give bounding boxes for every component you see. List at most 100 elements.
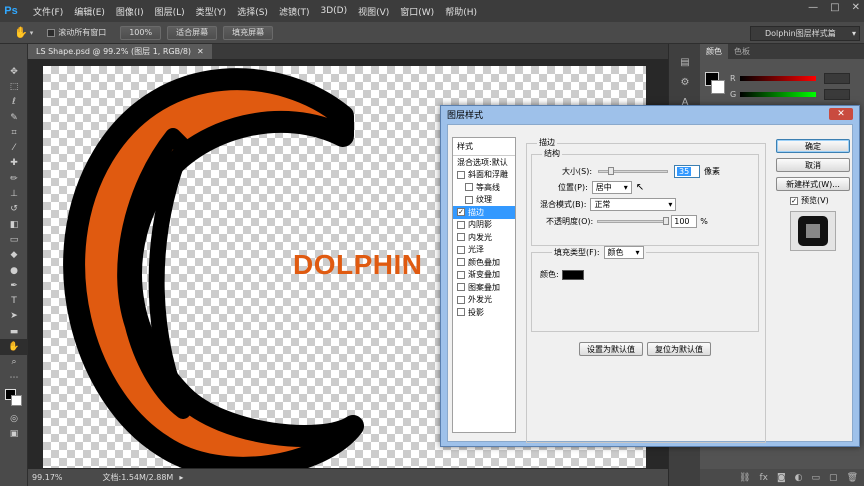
navigator-panel-icon[interactable]: ⚙ — [669, 72, 701, 92]
style-checkbox[interactable]: ✓ — [457, 208, 465, 217]
dialog-close-button[interactable]: ✕ — [829, 108, 853, 120]
style-checkbox[interactable] — [457, 220, 465, 229]
fx-icon[interactable]: fx — [759, 473, 768, 483]
menu-help[interactable]: 帮助(H) — [445, 5, 477, 18]
red-track[interactable] — [740, 75, 816, 81]
menu-file[interactable]: 文件(F) — [33, 5, 63, 18]
style-checkbox[interactable] — [457, 295, 465, 304]
hand-tool-icon[interactable]: ✋ — [0, 339, 28, 355]
red-value[interactable] — [824, 72, 850, 84]
size-slider[interactable] — [598, 167, 669, 175]
ok-button[interactable]: 确定 — [776, 139, 850, 153]
cancel-button[interactable]: 取消 — [776, 158, 850, 172]
pen-tool-icon[interactable]: ✒ — [0, 278, 28, 293]
type-tool-icon[interactable]: T — [0, 293, 28, 308]
style-checkbox[interactable] — [457, 170, 465, 179]
reset-default-button[interactable]: 复位为默认值 — [647, 342, 711, 356]
style-item[interactable]: 渐变叠加 — [453, 269, 515, 282]
path-select-tool-icon[interactable]: ➤ — [0, 309, 28, 324]
style-item[interactable]: ✓ 描边 — [453, 206, 515, 219]
zoom-tool-icon[interactable]: ⌕ — [0, 355, 28, 370]
adjustment-icon[interactable]: ◐ — [795, 473, 803, 483]
preview-checkbox[interactable]: ✓ — [790, 196, 798, 205]
style-item[interactable]: 纹理 — [453, 194, 515, 207]
size-input[interactable]: 35 — [674, 165, 701, 178]
trash-icon[interactable]: 🗑 — [847, 473, 858, 483]
new-layer-icon[interactable]: ▢ — [829, 473, 838, 483]
maximize-icon[interactable]: □ — [830, 2, 839, 13]
history-panel-icon[interactable]: ▤ — [669, 52, 701, 72]
style-item[interactable]: 颜色叠加 — [453, 256, 515, 269]
healing-tool-icon[interactable]: ✚ — [0, 156, 28, 171]
red-slider[interactable]: R — [730, 72, 855, 84]
menu-view[interactable]: 视图(V) — [358, 5, 389, 18]
menu-select[interactable]: 选择(S) — [237, 5, 268, 18]
style-item[interactable]: 外发光 — [453, 294, 515, 307]
close-icon[interactable]: ✕ — [852, 2, 860, 13]
style-checkbox[interactable] — [465, 195, 473, 204]
styles-header[interactable]: 样式 — [453, 138, 515, 156]
eyedropper-tool-icon[interactable]: ⁄ — [0, 140, 28, 155]
blend-options-item[interactable]: 混合选项:默认 — [453, 156, 515, 169]
fill-screen-button[interactable]: 填充屏幕 — [223, 25, 274, 40]
menu-layer[interactable]: 图层(L) — [155, 5, 185, 18]
opacity-slider-thumb[interactable] — [663, 217, 670, 225]
close-tab-icon[interactable]: ✕ — [197, 47, 204, 56]
set-default-button[interactable]: 设置为默认值 — [579, 342, 643, 356]
style-checkbox[interactable] — [457, 308, 465, 317]
menu-filter[interactable]: 滤镜(T) — [279, 5, 310, 18]
screen-mode-icon[interactable]: ▣ — [0, 427, 28, 442]
history-brush-tool-icon[interactable]: ↺ — [0, 202, 28, 217]
background-swatch[interactable] — [711, 80, 725, 94]
crop-tool-icon[interactable]: ⌗ — [0, 125, 28, 140]
style-item[interactable]: 斜面和浮雕 — [453, 169, 515, 182]
scroll-all-windows-checkbox[interactable]: 滚动所有窗口 — [47, 27, 106, 38]
brush-tool-icon[interactable]: ✏ — [0, 171, 28, 186]
eraser-tool-icon[interactable]: ◧ — [0, 217, 28, 232]
green-value[interactable] — [824, 88, 850, 100]
green-slider[interactable]: G — [730, 88, 855, 100]
stroke-color-swatch[interactable] — [561, 269, 584, 280]
menu-type[interactable]: 类型(Y) — [196, 5, 227, 18]
hand-tool-icon[interactable]: ✋ — [14, 26, 28, 39]
style-checkbox[interactable] — [457, 283, 465, 292]
gradient-tool-icon[interactable]: ▭ — [0, 232, 28, 247]
style-checkbox[interactable] — [457, 233, 465, 242]
link-icon[interactable]: ⛓ — [739, 473, 750, 483]
opacity-slider[interactable] — [597, 217, 670, 225]
zoom-level[interactable]: 99.17% — [32, 473, 63, 482]
menu-image[interactable]: 图像(I) — [116, 5, 144, 18]
style-item[interactable]: 投影 — [453, 306, 515, 319]
position-select[interactable]: 居中 ▾ — [591, 181, 632, 194]
opacity-input[interactable]: 100 — [671, 215, 698, 228]
move-tool-icon[interactable]: ✥ — [0, 64, 28, 79]
dodge-tool-icon[interactable]: ● — [0, 263, 28, 278]
minimize-icon[interactable]: — — [808, 2, 818, 13]
fill-type-select[interactable]: 颜色 ▾ — [603, 246, 644, 259]
style-checkbox[interactable] — [457, 258, 465, 267]
style-item[interactable]: 光泽 — [453, 244, 515, 257]
document-tab[interactable]: LS Shape.psd @ 99.2% (图层 1, RGB/8) ✕ — [28, 44, 212, 59]
size-slider-thumb[interactable] — [608, 167, 615, 175]
new-style-button[interactable]: 新建样式(W)... — [776, 177, 850, 191]
background-color-swatch[interactable] — [11, 395, 22, 407]
tab-swatches[interactable]: 色板 — [728, 44, 756, 59]
style-item[interactable]: 等高线 — [453, 181, 515, 194]
workspace-select[interactable]: Dolphin图层样式篇 ▾ — [750, 26, 860, 41]
quick-mask-icon[interactable]: ◎ — [0, 411, 28, 426]
mask-icon[interactable]: ◙ — [777, 473, 786, 483]
green-track[interactable] — [740, 91, 816, 97]
style-checkbox[interactable] — [457, 270, 465, 279]
fit-screen-button[interactable]: 适合屏幕 — [167, 25, 218, 40]
menu-3d[interactable]: 3D(D) — [320, 6, 347, 16]
zoom-100-button[interactable]: 100% — [120, 25, 162, 40]
menu-edit[interactable]: 编辑(E) — [74, 5, 105, 18]
marquee-tool-icon[interactable]: ⬚ — [0, 79, 28, 94]
tool-preset-arrow-icon[interactable]: ▾ — [30, 29, 34, 37]
shape-tool-icon[interactable]: ▬ — [0, 324, 28, 339]
stamp-tool-icon[interactable]: ⊥ — [0, 186, 28, 201]
more-tools-icon[interactable]: ⋯ — [0, 370, 28, 385]
style-checkbox[interactable] — [465, 183, 473, 192]
blend-mode-select[interactable]: 正常 ▾ — [590, 198, 677, 211]
blur-tool-icon[interactable]: ◆ — [0, 248, 28, 263]
